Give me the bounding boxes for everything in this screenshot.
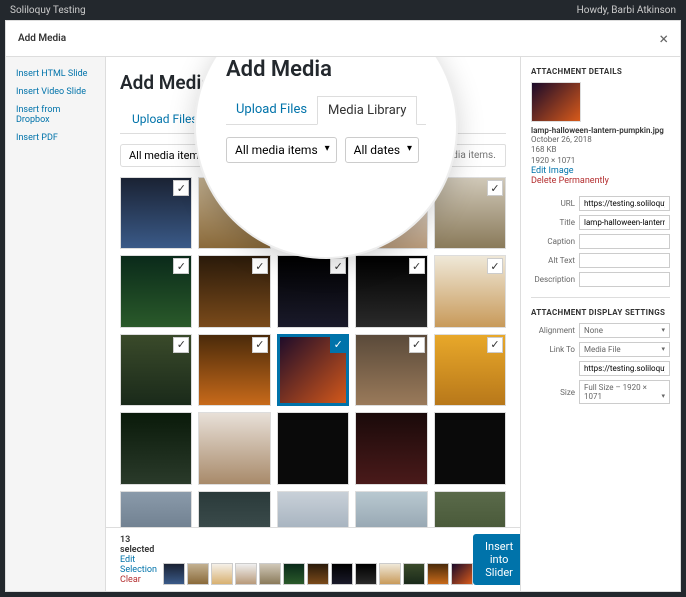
align-select[interactable]: None (579, 323, 670, 338)
delete-link[interactable]: Delete Permanently (531, 176, 670, 186)
media-thumb[interactable] (355, 491, 427, 527)
sidebar-item-pdf[interactable]: Insert PDF (6, 129, 105, 147)
check-icon[interactable]: ✓ (252, 337, 268, 353)
check-icon[interactable]: ✓ (487, 258, 503, 274)
check-icon[interactable]: ✓ (487, 337, 503, 353)
media-thumb[interactable] (198, 412, 270, 484)
media-thumb[interactable] (120, 412, 192, 484)
check-icon[interactable]: ✓ (173, 337, 189, 353)
selection-count: 13 selected (120, 535, 163, 555)
selection-thumb[interactable] (187, 563, 209, 585)
main-panel: Add Media Upload Files Media Library All… (106, 57, 520, 591)
caption-field[interactable] (579, 234, 670, 249)
clear-selection-link[interactable]: Clear (120, 575, 141, 585)
modal-title: Add Media (18, 33, 66, 44)
media-thumb[interactable]: ✓ (277, 334, 349, 406)
media-thumb[interactable]: ✓ (120, 255, 192, 327)
edit-image-link[interactable]: Edit Image (531, 166, 670, 176)
media-thumb[interactable]: ✓ (120, 334, 192, 406)
selection-thumb[interactable] (163, 563, 185, 585)
selection-thumb[interactable] (355, 563, 377, 585)
media-thumb[interactable]: ✓ (434, 177, 506, 249)
title-field[interactable] (579, 215, 670, 230)
selection-thumb[interactable] (283, 563, 305, 585)
check-icon[interactable]: ✓ (409, 337, 425, 353)
desc-label: Description (531, 275, 575, 284)
media-thumb[interactable]: ✓ (434, 255, 506, 327)
attachment-preview (531, 82, 581, 122)
selection-thumb[interactable] (307, 563, 329, 585)
selection-thumb[interactable] (259, 563, 281, 585)
selection-thumb[interactable] (211, 563, 233, 585)
display-heading: ATTACHMENT DISPLAY SETTINGS (531, 308, 670, 317)
left-sidebar: Insert HTML Slide Insert Video Slide Ins… (6, 57, 106, 591)
attachment-size: 168 KB (531, 145, 670, 155)
details-sidebar: ATTACHMENT DETAILS lamp-halloween-lanter… (520, 57, 680, 591)
linkto-label: Link To (531, 345, 575, 354)
media-thumb[interactable]: ✓ (120, 177, 192, 249)
selection-thumb[interactable] (427, 563, 449, 585)
selection-thumb[interactable] (451, 563, 473, 585)
check-icon[interactable]: ✓ (252, 258, 268, 274)
details-heading: ATTACHMENT DETAILS (531, 67, 670, 76)
media-thumb[interactable]: ✓ (198, 255, 270, 327)
linkto-select[interactable]: Media File (579, 342, 670, 357)
greeting[interactable]: Howdy, Barbi Atkinson (577, 5, 676, 16)
selection-thumb[interactable] (403, 563, 425, 585)
admin-bar: Soliloquy Testing Howdy, Barbi Atkinson (0, 0, 686, 20)
linkto-url[interactable] (579, 361, 670, 376)
attachment-filename: lamp-halloween-lantern-pumpkin.jpg (531, 126, 670, 135)
media-thumb[interactable] (277, 491, 349, 527)
sidebar-item-video[interactable]: Insert Video Slide (6, 83, 105, 101)
size-label: Size (531, 388, 575, 397)
media-thumb[interactable] (277, 412, 349, 484)
caption-label: Caption (531, 237, 575, 246)
check-icon[interactable]: ✓ (487, 180, 503, 196)
add-media-modal: Add Media × Insert HTML Slide Insert Vid… (5, 20, 681, 592)
check-icon[interactable]: ✓ (173, 258, 189, 274)
alt-field[interactable] (579, 253, 670, 268)
url-label: URL (531, 199, 575, 208)
check-icon[interactable]: ✓ (173, 180, 189, 196)
selection-thumb[interactable] (331, 563, 353, 585)
media-thumb[interactable] (434, 491, 506, 527)
align-label: Alignment (531, 326, 575, 335)
media-thumb[interactable] (198, 491, 270, 527)
close-icon[interactable]: × (659, 29, 668, 48)
media-thumb[interactable]: ✓ (355, 255, 427, 327)
check-icon[interactable]: ✓ (409, 258, 425, 274)
selection-thumb[interactable] (379, 563, 401, 585)
media-thumb[interactable] (434, 412, 506, 484)
mag-title: Add Media (226, 57, 426, 82)
media-thumb[interactable]: ✓ (355, 334, 427, 406)
media-thumb[interactable]: ✓ (434, 334, 506, 406)
check-icon[interactable]: ✓ (330, 337, 346, 353)
sidebar-item-dropbox[interactable]: Insert from Dropbox (6, 101, 105, 129)
mag-tab-library[interactable]: Media Library (317, 96, 417, 125)
attachment-dims: 1920 × 1071 (531, 156, 670, 166)
url-field[interactable] (579, 196, 670, 211)
media-thumb[interactable]: ✓ (198, 334, 270, 406)
sidebar-item-html[interactable]: Insert HTML Slide (6, 65, 105, 83)
mag-filter-type[interactable]: All media items (226, 137, 337, 163)
media-thumb[interactable] (120, 491, 192, 527)
attachment-date: October 26, 2018 (531, 135, 670, 145)
media-thumb[interactable] (355, 412, 427, 484)
footer: 13 selected Edit Selection Clear Insert … (106, 527, 520, 591)
site-name[interactable]: Soliloquy Testing (10, 5, 86, 16)
title-label: Title (531, 218, 575, 227)
check-icon[interactable]: ✓ (330, 258, 346, 274)
insert-button[interactable]: Insert into Slider (473, 534, 520, 585)
modal-header: Add Media × (6, 21, 680, 57)
media-thumb[interactable]: ✓ (277, 255, 349, 327)
selection-thumb[interactable] (235, 563, 257, 585)
size-select[interactable]: Full Size – 1920 × 1071 (579, 380, 670, 404)
desc-field[interactable] (579, 272, 670, 287)
alt-label: Alt Text (531, 256, 575, 265)
edit-selection-link[interactable]: Edit Selection (120, 555, 157, 575)
mag-filter-date[interactable]: All dates (345, 137, 419, 163)
mag-tab-upload[interactable]: Upload Files (226, 96, 317, 124)
selection-thumbs (163, 563, 473, 585)
